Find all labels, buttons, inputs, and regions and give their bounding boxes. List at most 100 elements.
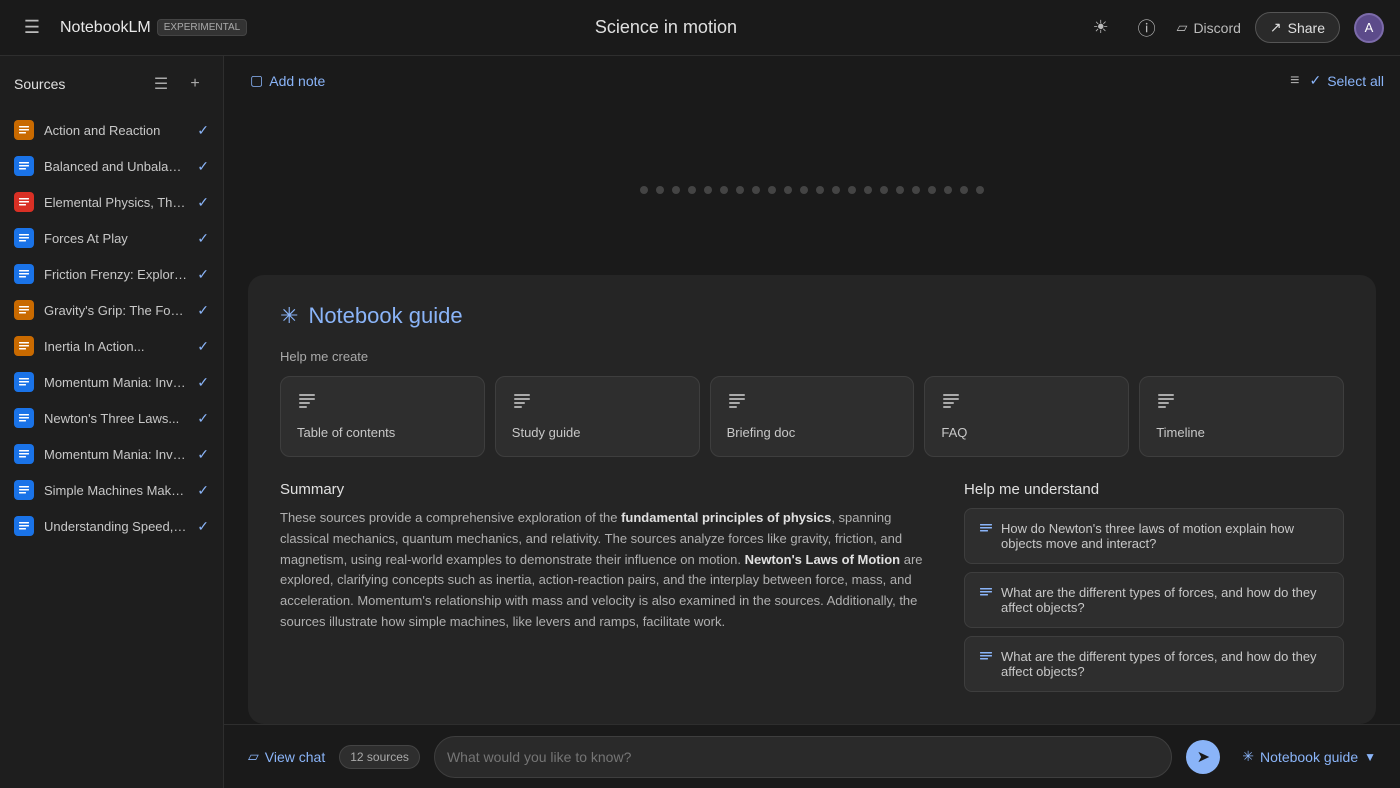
guide-title-text: Notebook guide <box>308 303 462 329</box>
card-label: Study guide <box>512 424 581 442</box>
create-card-study-guide[interactable]: Study guide <box>495 376 700 457</box>
chat-input[interactable] <box>447 749 1159 765</box>
share-button[interactable]: ↗ Share <box>1255 12 1340 43</box>
list-item[interactable]: Momentum Mania: Inves... ✓ <box>0 364 223 400</box>
list-item[interactable]: Forces At Play ✓ <box>0 220 223 256</box>
understand-question-text: How do Newton's three laws of motion exp… <box>1001 521 1329 551</box>
source-type-icon <box>14 408 34 428</box>
dot <box>960 186 968 194</box>
notebook-guide-tab[interactable]: ✳ Notebook guide ▼ <box>1242 748 1376 765</box>
list-item[interactable]: Inertia In Action... ✓ <box>0 328 223 364</box>
dot <box>880 186 888 194</box>
card-icon <box>727 391 747 416</box>
filter-button[interactable]: ☰ <box>147 70 175 98</box>
question-icon <box>979 650 993 667</box>
discord-label: Discord <box>1193 20 1240 36</box>
help-icon[interactable]: ⓘ <box>1131 12 1163 44</box>
source-label: Momentum Mania: Inves... <box>44 375 187 390</box>
card-icon <box>1156 391 1176 416</box>
content-scroll: ✳ Notebook guide Help me create Table of… <box>224 105 1400 724</box>
dot <box>928 186 936 194</box>
understand-section: Help me understand How do Newton's three… <box>964 481 1344 700</box>
dot <box>640 186 648 194</box>
select-all-button[interactable]: ✓ Select all <box>1309 72 1384 89</box>
guide-title: ✳ Notebook guide <box>280 303 1344 329</box>
discord-button[interactable]: ▱ Discord <box>1177 19 1241 36</box>
understand-card[interactable]: What are the different types of forces, … <box>964 636 1344 692</box>
source-checkbox[interactable]: ✓ <box>197 302 209 319</box>
source-checkbox[interactable]: ✓ <box>197 230 209 247</box>
create-card-faq[interactable]: FAQ <box>924 376 1129 457</box>
dot <box>736 186 744 194</box>
source-type-icon <box>14 444 34 464</box>
chat-bubble-icon: ▱ <box>1177 19 1188 36</box>
source-checkbox[interactable]: ✓ <box>197 410 209 427</box>
source-type-icon <box>14 480 34 500</box>
source-type-icon <box>14 516 34 536</box>
share-icon: ↗ <box>1270 19 1282 36</box>
select-all-label: Select all <box>1327 73 1384 89</box>
dot <box>832 186 840 194</box>
create-cards: Table of contents Study guide Briefing d… <box>280 376 1344 457</box>
list-item[interactable]: Understanding Speed, Ve... ✓ <box>0 508 223 544</box>
create-card-table-of-contents[interactable]: Table of contents <box>280 376 485 457</box>
source-type-icon <box>14 336 34 356</box>
dot <box>896 186 904 194</box>
list-item[interactable]: Gravity's Grip: The Force... ✓ <box>0 292 223 328</box>
list-item[interactable]: Elemental Physics, Third... ✓ <box>0 184 223 220</box>
source-checkbox[interactable]: ✓ <box>197 482 209 499</box>
question-icon <box>979 586 993 603</box>
plus-icon: + <box>190 75 199 93</box>
source-checkbox[interactable]: ✓ <box>197 194 209 211</box>
page-title: Science in motion <box>595 17 737 37</box>
card-label: Briefing doc <box>727 424 796 442</box>
dot <box>688 186 696 194</box>
dots-row <box>620 166 1004 214</box>
source-checkbox[interactable]: ✓ <box>197 518 209 535</box>
avatar[interactable]: A <box>1354 13 1384 43</box>
list-item[interactable]: Simple Machines Make... ✓ <box>0 472 223 508</box>
notebook-guide-tab-label: Notebook guide <box>1260 749 1358 765</box>
list-item[interactable]: Newton's Three Laws... ✓ <box>0 400 223 436</box>
source-checkbox[interactable]: ✓ <box>197 374 209 391</box>
card-label: Timeline <box>1156 424 1205 442</box>
sidebar: Sources ☰ + Action and Reaction ✓ <box>0 56 224 788</box>
filter-sort-icon[interactable]: ≡ <box>1290 72 1299 90</box>
chat-icon: ▱ <box>248 748 259 765</box>
source-checkbox[interactable]: ✓ <box>197 338 209 355</box>
card-label: FAQ <box>941 424 967 442</box>
view-chat-label: View chat <box>265 749 325 765</box>
settings-icon[interactable]: ☀ <box>1085 12 1117 44</box>
dot <box>784 186 792 194</box>
note-icon: ▢ <box>250 72 263 89</box>
understand-card[interactable]: What are the different types of forces, … <box>964 572 1344 628</box>
menu-button[interactable]: ☰ <box>16 12 48 44</box>
list-item[interactable]: Momentum Mania: Inves... ✓ <box>0 436 223 472</box>
understand-card[interactable]: How do Newton's three laws of motion exp… <box>964 508 1344 564</box>
dot <box>848 186 856 194</box>
send-button[interactable]: ➤ <box>1186 740 1220 774</box>
source-label: Inertia In Action... <box>44 339 187 354</box>
add-note-button[interactable]: ▢ Add note <box>240 66 335 95</box>
list-item[interactable]: Friction Frenzy: Explorin... ✓ <box>0 256 223 292</box>
source-label: Newton's Three Laws... <box>44 411 187 426</box>
source-type-icon <box>14 120 34 140</box>
list-item[interactable]: Action and Reaction ✓ <box>0 112 223 148</box>
help-create-label: Help me create <box>280 349 1344 364</box>
create-card-briefing-doc[interactable]: Briefing doc <box>710 376 915 457</box>
card-icon <box>512 391 532 416</box>
source-label: Action and Reaction <box>44 123 187 138</box>
add-source-button[interactable]: + <box>181 70 209 98</box>
view-chat-button[interactable]: ▱ View chat <box>248 748 325 765</box>
list-item[interactable]: Balanced and Unbalance... ✓ <box>0 148 223 184</box>
understand-title: Help me understand <box>964 481 1344 498</box>
source-checkbox[interactable]: ✓ <box>197 446 209 463</box>
dot <box>816 186 824 194</box>
source-checkbox[interactable]: ✓ <box>197 158 209 175</box>
dot <box>752 186 760 194</box>
source-checkbox[interactable]: ✓ <box>197 266 209 283</box>
source-checkbox[interactable]: ✓ <box>197 122 209 139</box>
sources-title: Sources <box>14 76 65 92</box>
checkmark-icon: ✓ <box>1309 72 1321 89</box>
create-card-timeline[interactable]: Timeline <box>1139 376 1344 457</box>
